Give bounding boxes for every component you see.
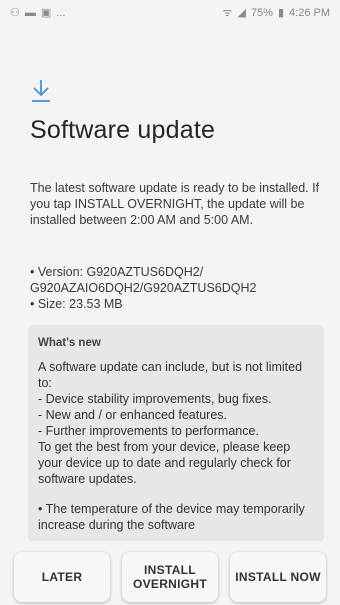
install-overnight-button[interactable]: INSTALL OVERNIGHT — [122, 552, 218, 602]
temperature-note: • The temperature of the device may temp… — [38, 502, 305, 532]
status-time: 4:26 PM — [289, 7, 330, 19]
signal-icon: ◢ — [237, 6, 246, 19]
update-details: • Version: G920AZTUS6DQH2/ G920AZAIO6DQH… — [30, 264, 320, 312]
status-bar: ⚇ ▬ ▣ ... ᯤ ◢ 75% ▮ 4:26 PM — [0, 0, 340, 26]
download-icon — [32, 80, 50, 102]
intro-text: The latest software update is ready to b… — [30, 181, 320, 227]
page-title: Software update — [30, 116, 216, 144]
more-notifications-text: ... — [56, 7, 66, 19]
notification-icon: ⚇ — [10, 6, 20, 19]
size-text: • Size: 23.53 MB — [30, 297, 123, 311]
status-left: ⚇ ▬ ▣ ... — [10, 7, 65, 19]
gallery-icon: ▣ — [40, 6, 52, 19]
whats-new-title: What's new — [38, 337, 101, 349]
later-button[interactable]: LATER — [14, 552, 110, 602]
whats-new-body: A software update can include, but is no… — [38, 360, 303, 486]
install-now-button[interactable]: INSTALL NOW — [230, 552, 326, 602]
battery-icon: ▮ — [277, 6, 285, 19]
status-right: ᯤ ◢ 75% ▮ 4:26 PM — [222, 7, 330, 19]
action-bar: LATER INSTALL OVERNIGHT INSTALL NOW — [14, 552, 326, 602]
version-text: • Version: G920AZTUS6DQH2/ G920AZAIO6DQH… — [30, 265, 257, 295]
battery-percent: 75% — [250, 7, 273, 19]
whats-new-panel[interactable]: What's new A software update can include… — [28, 325, 324, 541]
wifi-icon: ᯤ — [222, 6, 233, 19]
message-icon: ▬ — [24, 6, 36, 19]
